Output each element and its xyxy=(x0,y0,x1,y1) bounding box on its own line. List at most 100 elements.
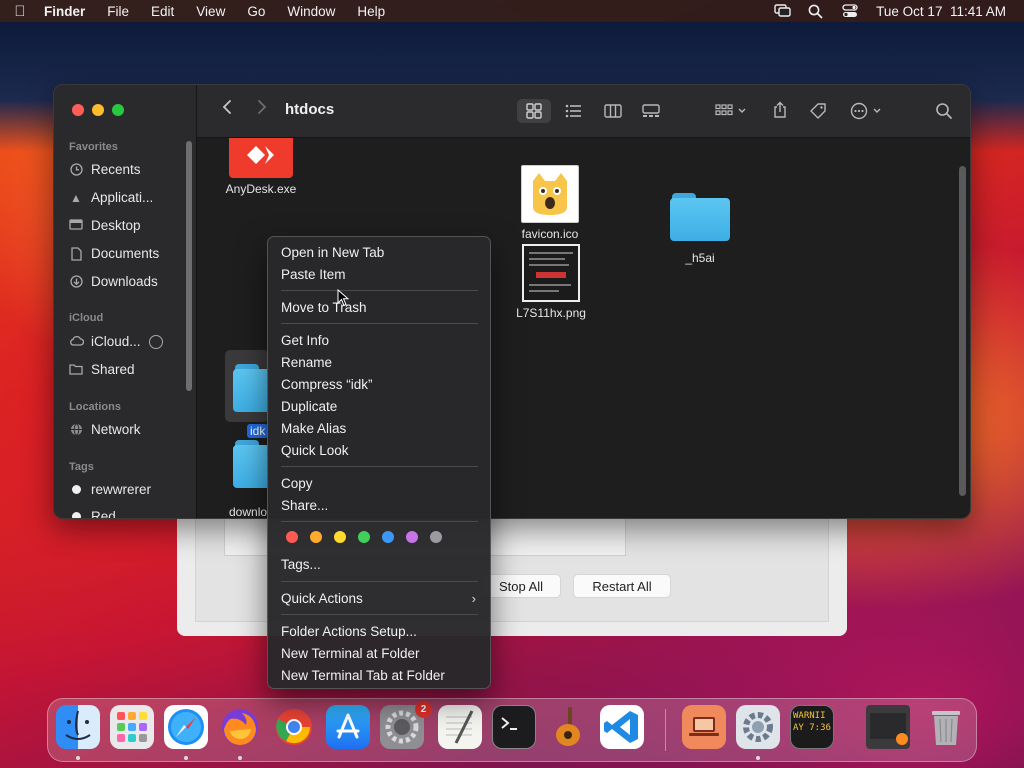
gallery-view-icon[interactable] xyxy=(637,99,665,123)
sidebar-item-label: Network xyxy=(91,422,141,437)
icon-view-icon[interactable] xyxy=(517,99,551,123)
dock-launchpad-icon[interactable] xyxy=(110,705,154,749)
column-view-icon[interactable] xyxy=(599,99,627,123)
context-menu: Open in New Tab Paste Item Move to Trash… xyxy=(267,236,491,689)
dock-terminal-icon[interactable] xyxy=(492,705,536,749)
menu-window[interactable]: Window xyxy=(276,4,346,19)
screen-mirroring-icon[interactable] xyxy=(774,4,791,18)
menu-view[interactable]: View xyxy=(185,4,236,19)
sidebar-item-tag-red[interactable]: Red xyxy=(69,509,116,518)
dock-laptop-app-icon[interactable] xyxy=(682,705,726,749)
dock-safari-icon[interactable] xyxy=(164,705,208,749)
tag-icon[interactable] xyxy=(805,99,831,123)
menu-finder[interactable]: Finder xyxy=(40,4,96,19)
control-center-icon[interactable] xyxy=(842,4,858,18)
content-scrollbar[interactable] xyxy=(959,166,966,496)
menu-new-terminal[interactable]: New Terminal at Folder xyxy=(281,646,420,661)
chevron-right-icon: › xyxy=(471,591,476,606)
tag-color-gray[interactable] xyxy=(430,531,442,543)
menu-new-terminal-tab[interactable]: New Terminal Tab at Folder xyxy=(281,668,445,683)
menu-go[interactable]: Go xyxy=(236,4,276,19)
sidebar-item-network[interactable]: Network xyxy=(69,422,141,437)
file-favicon[interactable]: favicon.ico xyxy=(515,165,585,241)
file-anydesk[interactable]: AnyDesk.exe xyxy=(225,138,297,196)
sidebar-scrollbar[interactable] xyxy=(186,141,192,391)
back-icon[interactable] xyxy=(217,99,237,123)
sidebar-item-icloud-drive[interactable]: iCloud... xyxy=(69,334,163,349)
restart-all-label: Restart All xyxy=(592,578,652,594)
sidebar-locations-heading: Locations xyxy=(69,401,121,413)
zoom-button[interactable] xyxy=(112,104,124,116)
menu-share[interactable]: Share... xyxy=(281,498,328,513)
menu-quick-actions[interactable]: Quick Actions xyxy=(281,591,363,606)
menu-bar:  Finder File Edit View Go Window Help T… xyxy=(0,0,1024,22)
menu-help[interactable]: Help xyxy=(346,4,396,19)
sync-progress-icon xyxy=(148,334,163,349)
image-thumbnail-icon xyxy=(522,244,580,302)
dock-minimized-window-icon[interactable] xyxy=(866,705,910,749)
menu-rename[interactable]: Rename xyxy=(281,355,332,370)
sidebar-item-documents[interactable]: Documents xyxy=(69,246,159,261)
dock-textedit-icon[interactable] xyxy=(438,705,482,749)
tag-dot-icon xyxy=(69,483,83,497)
menu-get-info[interactable]: Get Info xyxy=(281,333,329,348)
search-icon[interactable] xyxy=(931,99,957,123)
list-view-icon[interactable] xyxy=(559,99,587,123)
menu-edit[interactable]: Edit xyxy=(140,4,185,19)
more-actions-icon[interactable] xyxy=(847,99,887,123)
dock-vscode-icon[interactable] xyxy=(600,705,644,749)
document-icon xyxy=(69,246,83,261)
menu-tags[interactable]: Tags... xyxy=(281,557,321,572)
dock-app-store-icon[interactable] xyxy=(326,705,370,749)
dock-console-icon[interactable]: WARNII AY 7:36 xyxy=(790,705,834,749)
menu-move-to-trash[interactable]: Move to Trash xyxy=(281,300,367,315)
sidebar-item-desktop[interactable]: Desktop xyxy=(69,218,141,233)
menu-compress[interactable]: Compress “idk” xyxy=(281,377,373,392)
menu-separator xyxy=(281,521,478,522)
menu-make-alias[interactable]: Make Alias xyxy=(281,421,346,436)
dock-chrome-icon[interactable] xyxy=(272,705,316,749)
menu-open-new-tab[interactable]: Open in New Tab xyxy=(281,245,384,260)
finder-window: Favorites Recents ▲ Applicati... Desktop… xyxy=(53,84,971,519)
dock-gear-app-icon[interactable] xyxy=(736,705,780,749)
menu-duplicate[interactable]: Duplicate xyxy=(281,399,337,414)
apple-menu-icon[interactable]:  xyxy=(0,3,40,20)
minimize-button[interactable] xyxy=(92,104,104,116)
dock-trash-icon[interactable] xyxy=(924,705,968,749)
sidebar-item-downloads[interactable]: Downloads xyxy=(69,274,158,289)
dock-garageband-icon[interactable] xyxy=(546,705,590,749)
tag-color-red[interactable] xyxy=(286,531,298,543)
running-indicator xyxy=(76,756,80,760)
sidebar-item-shared[interactable]: Shared xyxy=(69,362,135,377)
sidebar-tags-heading: Tags xyxy=(69,461,94,473)
menu-paste-item[interactable]: Paste Item xyxy=(281,267,346,282)
sidebar-item-recents[interactable]: Recents xyxy=(69,162,141,177)
sidebar-item-applications[interactable]: ▲ Applicati... xyxy=(69,190,153,205)
sidebar-item-label: Desktop xyxy=(91,218,141,233)
applications-icon: ▲ xyxy=(70,190,82,205)
stop-all-button[interactable]: Stop All xyxy=(481,574,561,598)
tag-color-green[interactable] xyxy=(358,531,370,543)
restart-all-button[interactable]: Restart All xyxy=(573,574,671,598)
forward-icon[interactable] xyxy=(252,99,272,123)
dock-finder-icon[interactable] xyxy=(56,705,100,749)
tag-color-blue[interactable] xyxy=(382,531,394,543)
menu-quick-look[interactable]: Quick Look xyxy=(281,443,349,458)
tag-color-purple[interactable] xyxy=(406,531,418,543)
spotlight-search-icon[interactable] xyxy=(808,4,824,19)
tag-color-yellow[interactable] xyxy=(334,531,346,543)
desktop-icon xyxy=(69,218,83,233)
menu-folder-actions-setup[interactable]: Folder Actions Setup... xyxy=(281,624,417,639)
tag-color-orange[interactable] xyxy=(310,531,322,543)
file-png[interactable]: L7S11hx.png xyxy=(509,244,593,320)
menu-file[interactable]: File xyxy=(96,4,140,19)
close-button[interactable] xyxy=(72,104,84,116)
sidebar-item-tag-rewwrerer[interactable]: rewwrerer xyxy=(69,482,151,497)
menu-copy[interactable]: Copy xyxy=(281,476,313,491)
folder-h5ai[interactable]: _h5ai xyxy=(665,193,735,265)
dock-firefox-icon[interactable] xyxy=(218,705,262,749)
menu-clock[interactable]: Tue Oct 17 11:41 AM xyxy=(876,4,1006,19)
shared-folder-icon xyxy=(69,363,83,377)
group-by-icon[interactable] xyxy=(711,99,751,123)
share-icon[interactable] xyxy=(767,99,793,123)
